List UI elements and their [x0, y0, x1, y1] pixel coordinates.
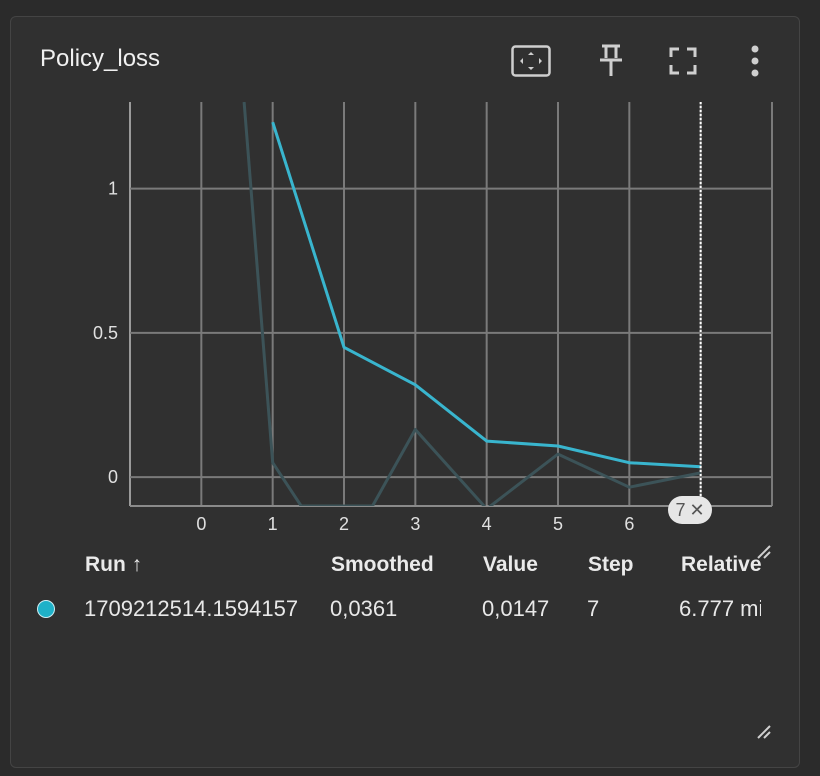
- cell-relative: 6.777 min: [679, 596, 761, 621]
- cell-value: 0,0147: [482, 596, 550, 621]
- cell-step: 7: [587, 596, 600, 621]
- cell-relative-clip: 6.777 min: [669, 596, 761, 626]
- x-tick-label: 6: [624, 514, 634, 534]
- y-tick-label: 0: [108, 467, 118, 487]
- y-tick-label: 0.5: [93, 323, 118, 343]
- series-layer: [242, 102, 701, 506]
- cell-run: 1709212514.1594157: [84, 596, 299, 621]
- x-tick-label: 3: [410, 514, 420, 534]
- y-tick-label: 1: [108, 179, 118, 199]
- hover-step-badge[interactable]: 7 ✕: [668, 496, 712, 524]
- line-chart[interactable]: 0 0.5 1 0 1 2 3 4 5 6: [0, 0, 820, 560]
- run-color-dot: [37, 600, 55, 618]
- hover-step-label: 7: [675, 499, 686, 520]
- close-icon[interactable]: ✕: [689, 500, 704, 521]
- raw-series-line: [242, 102, 701, 506]
- column-step[interactable]: Step: [588, 553, 634, 577]
- column-run[interactable]: Run ↑: [85, 553, 142, 577]
- axis-labels: 0 0.5 1 0 1 2 3 4 5 6: [93, 102, 702, 534]
- column-value[interactable]: Value: [483, 553, 538, 577]
- x-tick-label: 4: [482, 514, 492, 534]
- x-tick-label: 0: [196, 514, 206, 534]
- cell-smoothed: 0,0361: [330, 596, 398, 621]
- x-tick-label: 2: [339, 514, 349, 534]
- x-tick-label: 5: [553, 514, 563, 534]
- x-tick-label: 1: [268, 514, 278, 534]
- column-smoothed[interactable]: Smoothed: [331, 553, 434, 577]
- column-relative[interactable]: Relative: [681, 553, 762, 577]
- table-resize-handle-icon[interactable]: [754, 722, 772, 740]
- chart-grid: [129, 102, 773, 507]
